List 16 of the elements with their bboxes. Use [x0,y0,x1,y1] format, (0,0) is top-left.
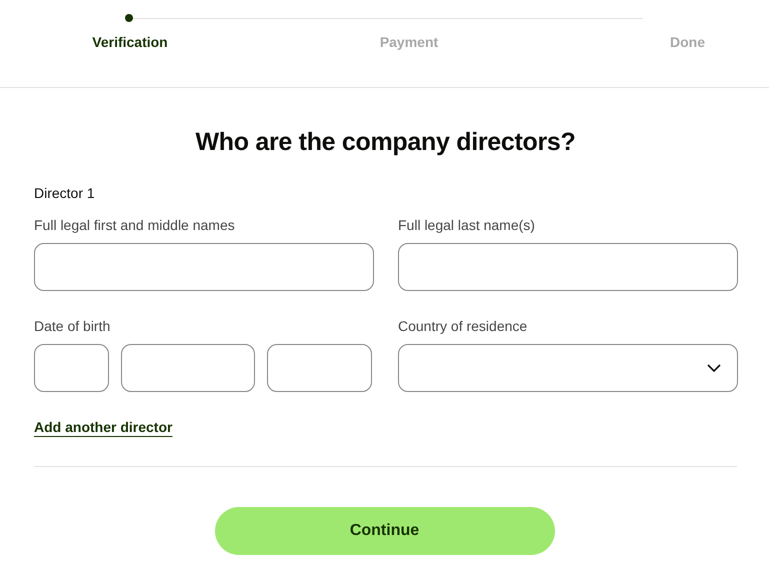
page-title: Who are the company directors? [194,128,576,157]
select-field[interactable] [398,344,738,392]
field-label: Country of residence [398,318,528,334]
field-label: Full legal first and middle names [34,217,236,233]
add-director-link[interactable]: Add another director [34,419,172,435]
continue-button[interactable]: Continue [214,507,554,555]
field-label: Full legal last name(s) [398,217,536,233]
input-field[interactable] [34,243,374,291]
field-label: Date of birth [34,318,112,334]
date-field[interactable] [121,344,255,392]
chevron-down-icon [707,363,721,373]
step-tab[interactable]: Verification [87,34,173,50]
input-field[interactable] [398,243,738,291]
date-field[interactable] [34,344,109,392]
section-heading: Director 1 [34,185,96,201]
date-field[interactable] [267,344,372,392]
